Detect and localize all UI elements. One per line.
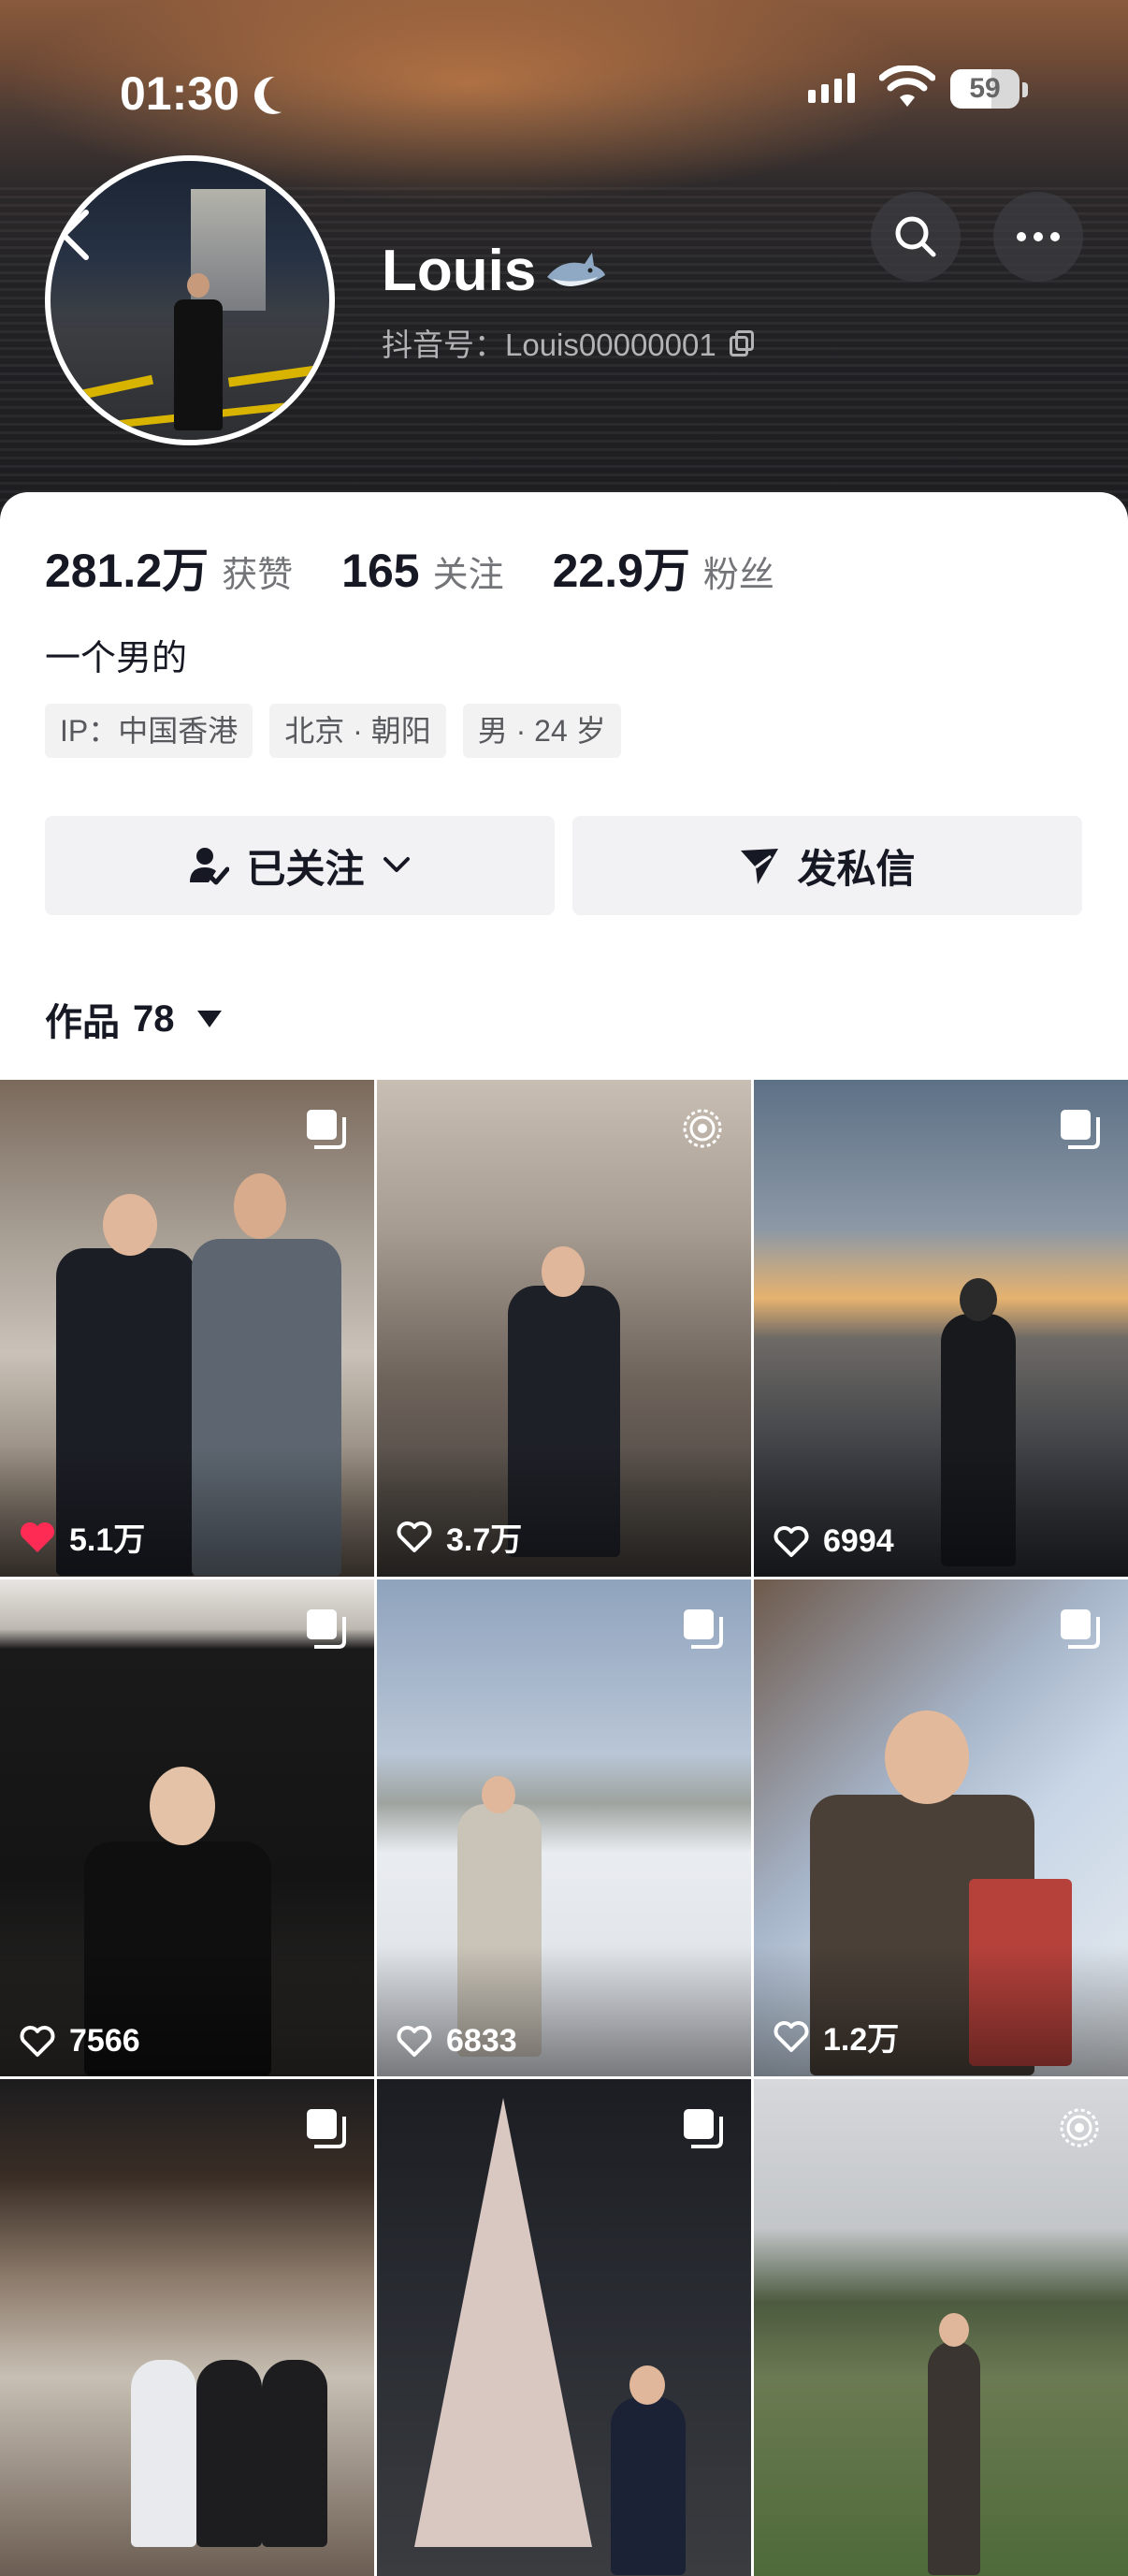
video-thumbnail[interactable]	[754, 2079, 1128, 2576]
following-count[interactable]: 165	[341, 544, 419, 598]
video-thumbnail[interactable]: 5.1万	[0, 1080, 374, 1577]
more-dots-icon	[1017, 232, 1060, 241]
wifi-icon	[879, 65, 935, 107]
back-button[interactable]	[56, 200, 112, 275]
cellular-signal-icon	[808, 73, 855, 103]
gallery-icon	[684, 1609, 723, 1649]
likes-count: 281.2万	[45, 545, 210, 597]
gallery-icon	[307, 2109, 346, 2148]
gender-age-tag: 男 · 24 岁	[462, 704, 621, 758]
live-photo-icon	[1060, 2108, 1099, 2147]
heart-outline-icon	[397, 2025, 432, 2057]
battery-level: 59	[969, 73, 1001, 104]
more-button[interactable]	[993, 192, 1083, 282]
video-thumbnail[interactable]: 6994	[754, 1080, 1128, 1577]
caret-down-icon	[196, 1011, 222, 1027]
followers-count[interactable]: 22.9万	[553, 533, 690, 601]
gallery-icon	[684, 2109, 723, 2148]
followers-label[interactable]: 粉丝	[703, 546, 774, 597]
moon-icon	[264, 75, 301, 112]
search-icon	[895, 216, 936, 257]
like-count: 6833	[396, 2023, 517, 2059]
user-check-icon	[190, 848, 230, 885]
like-count: 7566	[19, 2023, 140, 2059]
gallery-icon	[1061, 1609, 1100, 1649]
live-photo-icon	[683, 1109, 722, 1148]
city-tag[interactable]: 北京 · 朝阳	[269, 704, 446, 758]
profile-tags: IP：中国香港 北京 · 朝阳 男 · 24 岁	[45, 704, 621, 758]
heart-outline-icon	[774, 1525, 809, 1557]
status-time: 01:30	[120, 65, 290, 122]
works-tab[interactable]: 作品 78	[45, 992, 222, 1046]
chevron-down-icon	[383, 857, 410, 872]
likes-label: 获赞	[222, 556, 294, 595]
douyin-id[interactable]: 抖音号：Louis00000001	[382, 320, 754, 365]
avatar[interactable]	[45, 155, 335, 445]
heart-outline-icon	[774, 2020, 809, 2052]
gallery-icon	[307, 1609, 346, 1649]
video-thumbnail[interactable]: 7566	[0, 1579, 374, 2076]
like-count: 6994	[773, 1523, 894, 1560]
battery-icon: 59	[950, 69, 1020, 109]
video-thumbnail[interactable]: 6833	[377, 1579, 751, 2076]
heart-outline-icon	[20, 2025, 55, 2057]
copy-icon[interactable]	[728, 330, 754, 357]
heart-filled-icon	[21, 1521, 54, 1552]
followed-button[interactable]: 已关注	[45, 816, 555, 915]
following-label[interactable]: 关注	[433, 546, 504, 597]
video-thumbnail[interactable]: 3.7万	[377, 1080, 751, 1577]
profile-stats: 281.2万 获赞 165 关注 22.9万 粉丝	[45, 533, 823, 601]
shark-icon	[547, 252, 606, 286]
video-thumbnail[interactable]	[0, 2079, 374, 2576]
profile-bio: 一个男的	[45, 639, 188, 678]
video-thumbnail[interactable]	[377, 2079, 751, 2576]
like-count: 3.7万	[396, 1514, 522, 1560]
search-button[interactable]	[871, 192, 961, 282]
profile-name: Louis	[382, 238, 607, 304]
gallery-icon	[1061, 1110, 1100, 1149]
heart-outline-icon	[397, 1521, 432, 1552]
like-count: 1.2万	[773, 2014, 899, 2059]
ip-location-tag: IP：中国香港	[45, 704, 253, 758]
video-thumbnail[interactable]: 1.2万	[754, 1579, 1128, 2076]
gallery-icon	[307, 1110, 346, 1149]
chevron-left-icon	[61, 210, 89, 260]
send-message-button[interactable]: 发私信	[572, 816, 1082, 915]
battery-cap	[1022, 82, 1028, 97]
paper-plane-icon	[741, 849, 779, 884]
like-count: 5.1万	[19, 1514, 145, 1560]
